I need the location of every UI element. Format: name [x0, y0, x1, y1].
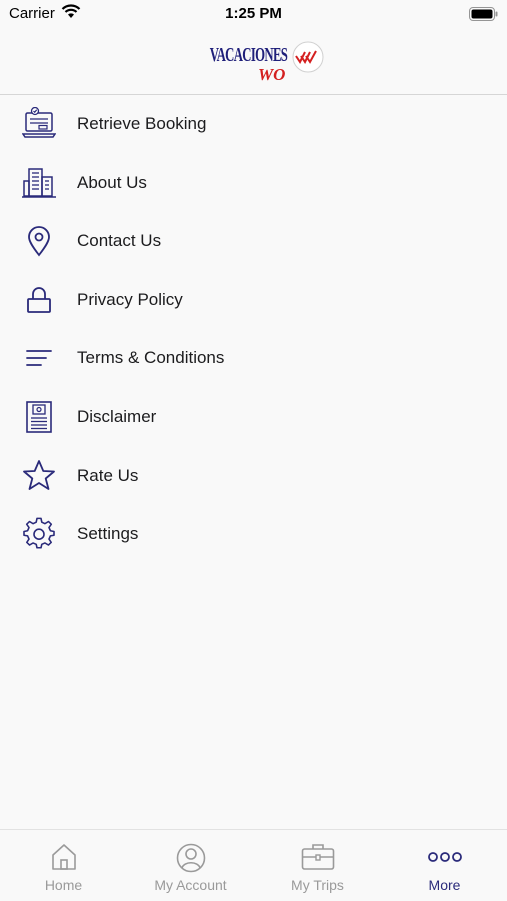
status-time: 1:25 PM: [225, 5, 282, 22]
tab-label: Home: [44, 877, 83, 893]
gear-icon: [23, 517, 55, 549]
home-icon: [51, 844, 76, 870]
location-pin-icon: [28, 226, 50, 257]
menu-item-label: Terms & Conditions: [77, 348, 225, 368]
briefcase-icon: [301, 844, 334, 870]
laptop-booking-icon: [22, 107, 56, 138]
menu-item-contact-us[interactable]: Contact Us: [0, 212, 507, 271]
tab-label: My Trips: [291, 877, 344, 893]
menu-item-retrieve-booking[interactable]: Retrieve Booking: [0, 95, 507, 154]
menu-item-terms-conditions[interactable]: Terms & Conditions: [0, 329, 507, 388]
menu-item-about-us[interactable]: About Us: [0, 154, 507, 213]
menu-item-label: Privacy Policy: [77, 289, 183, 309]
tab-label: More: [428, 877, 461, 893]
lines-icon: [26, 350, 52, 367]
star-icon: [23, 459, 55, 490]
tab-more[interactable]: More: [381, 830, 507, 901]
buildings-icon: [22, 167, 56, 198]
menu-item-label: Disclaimer: [77, 406, 157, 426]
tab-my-account[interactable]: My Account: [127, 830, 254, 901]
menu-item-rate-us[interactable]: Rate Us: [0, 447, 507, 506]
document-icon: [26, 401, 52, 433]
menu-item-disclaimer[interactable]: Disclaimer: [0, 388, 507, 447]
battery-icon: [469, 7, 498, 21]
tab-home[interactable]: Home: [0, 830, 127, 901]
svg-text:VACACIONES: VACACIONES: [210, 43, 288, 66]
more-menu: Retrieve Booking About Us Contact Us Pri…: [0, 95, 507, 564]
more-dots-icon: [427, 852, 462, 862]
menu-item-settings[interactable]: Settings: [0, 505, 507, 564]
vacaciones-logo: VACACIONES WO: [208, 38, 326, 84]
status-bar: Carrier 1:25 PM: [0, 0, 507, 28]
menu-item-label: About Us: [77, 172, 147, 192]
tab-my-trips[interactable]: My Trips: [254, 830, 381, 901]
menu-item-label: Settings: [77, 524, 139, 544]
lock-icon: [27, 286, 51, 313]
menu-item-label: Contact Us: [77, 231, 162, 251]
menu-item-label: Retrieve Booking: [77, 114, 207, 133]
tab-label: My Account: [154, 877, 227, 893]
menu-item-label: Rate Us: [77, 465, 139, 485]
tab-bar: Home My Account My Trips More: [0, 829, 507, 901]
account-icon: [176, 843, 205, 873]
svg-text:WO: WO: [258, 65, 285, 84]
nav-header: VACACIONES WO: [0, 28, 507, 95]
menu-item-privacy-policy[interactable]: Privacy Policy: [0, 271, 507, 330]
